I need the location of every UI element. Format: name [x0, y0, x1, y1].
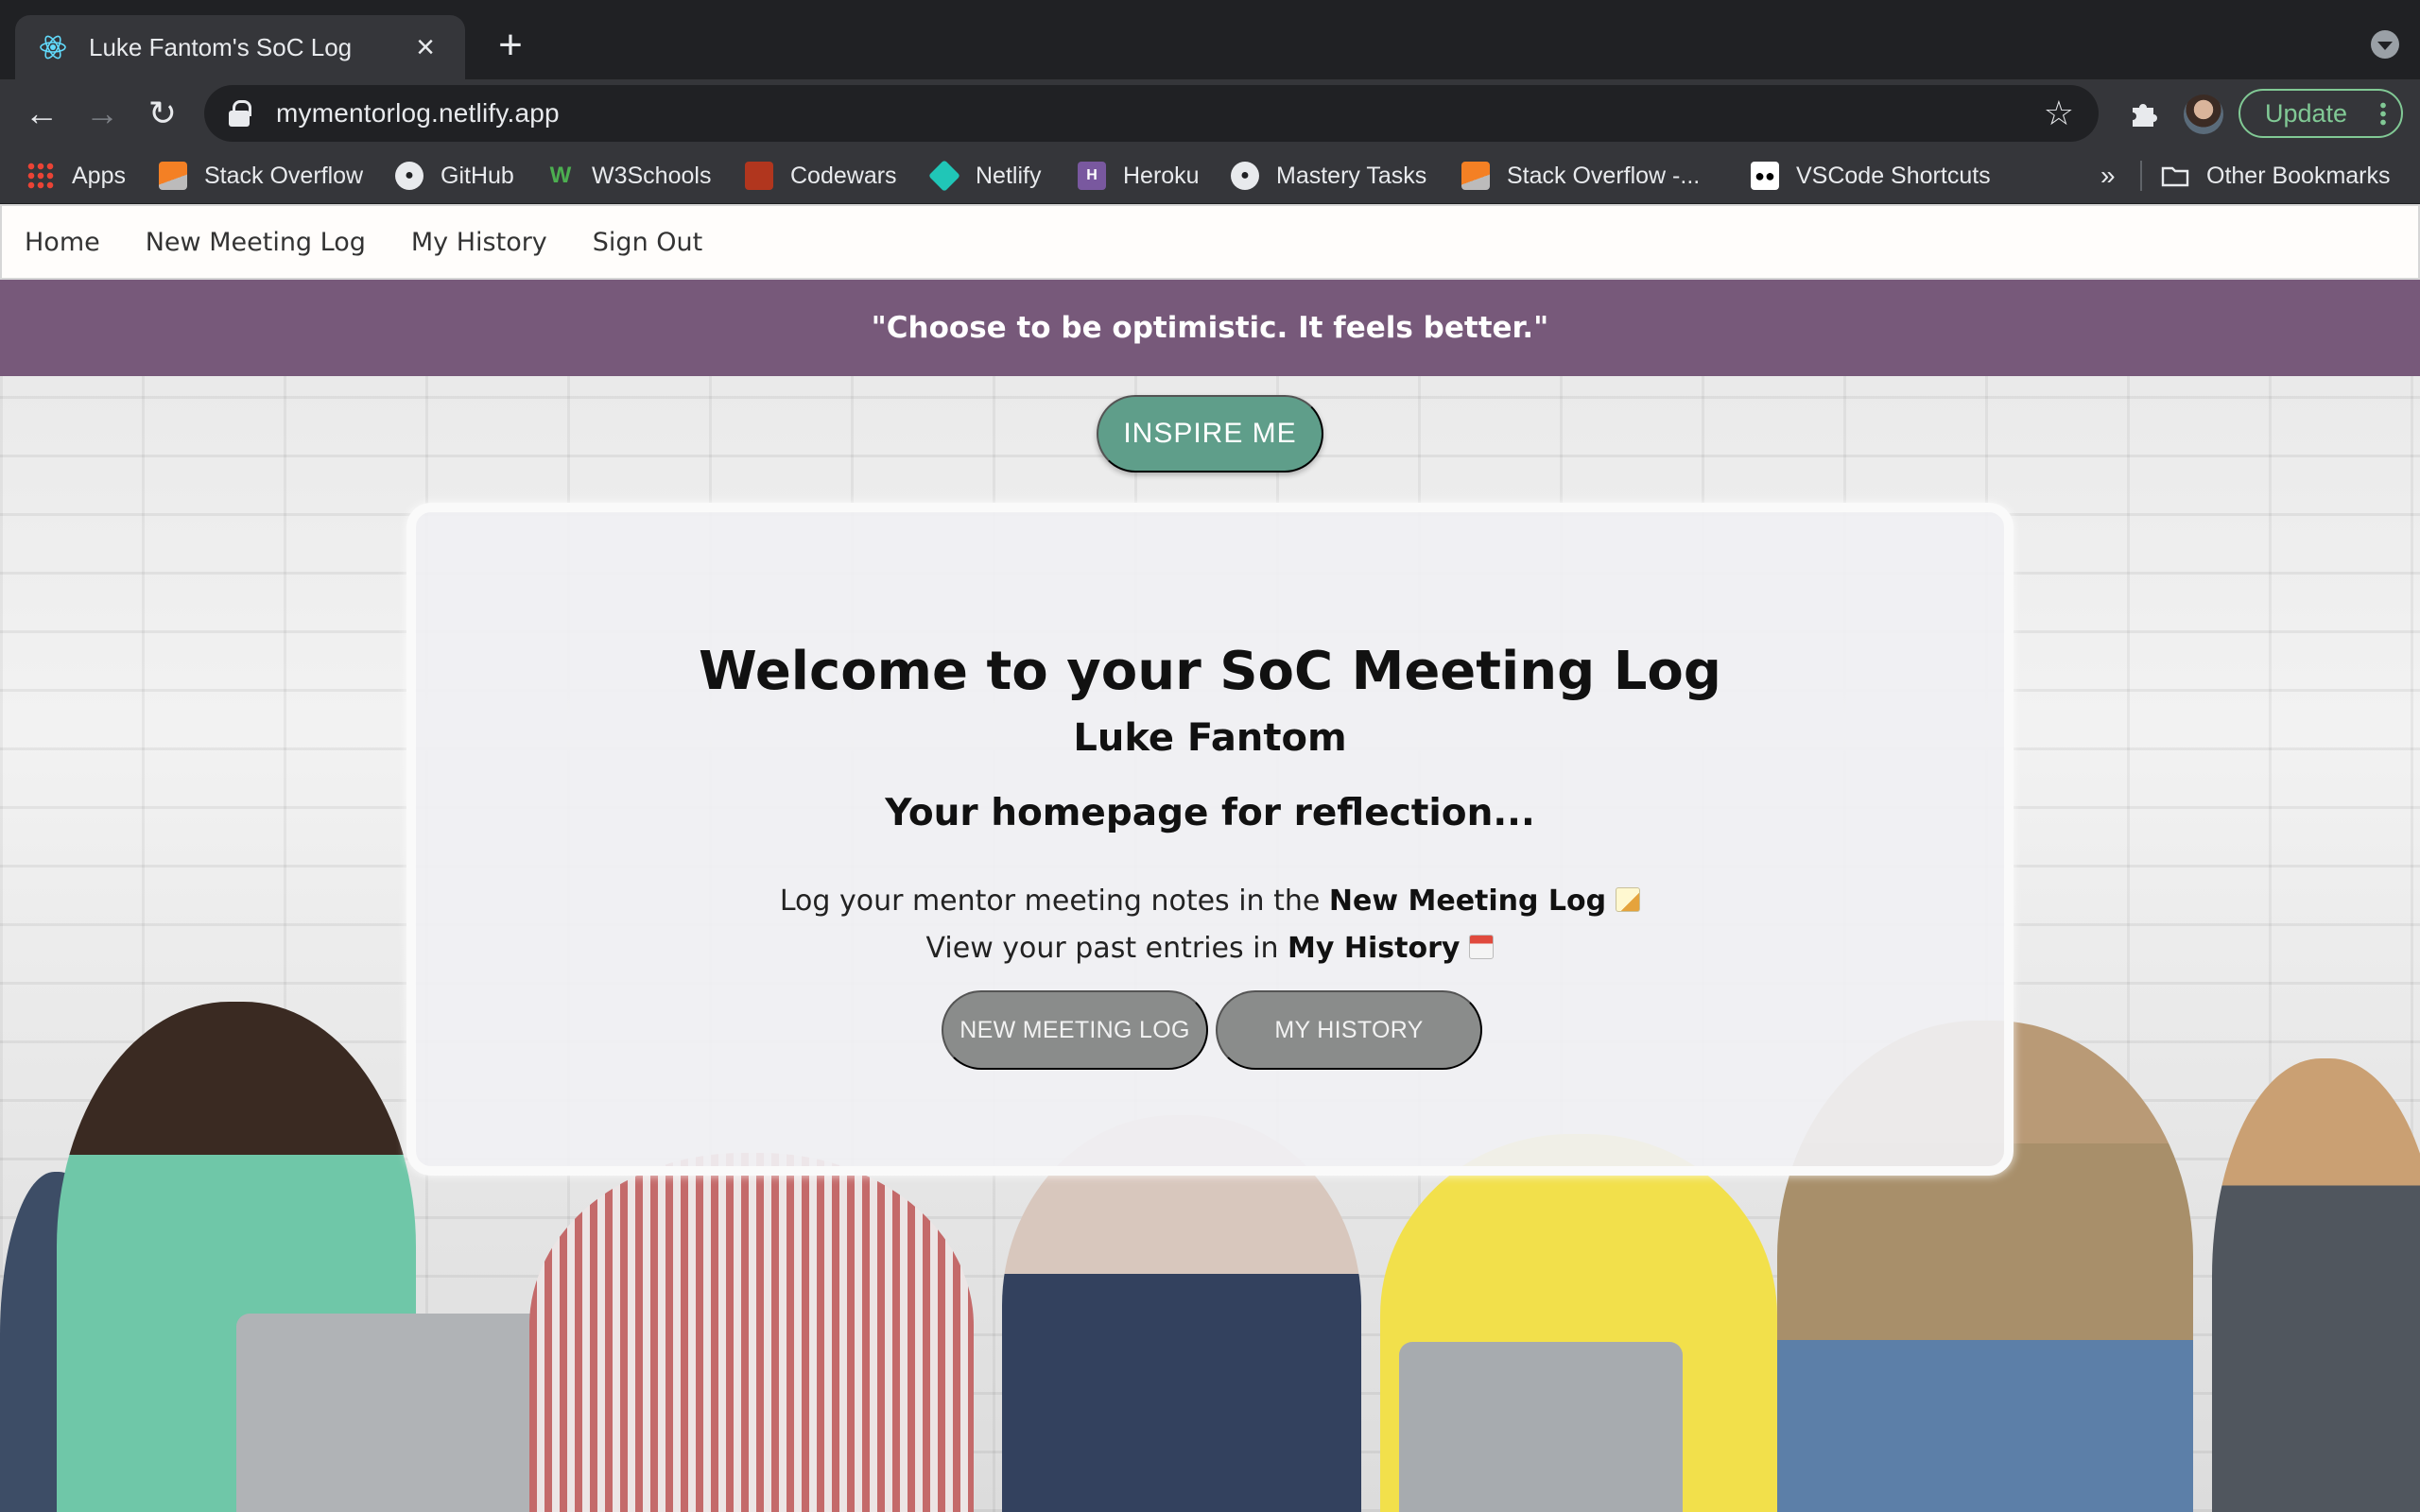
more-menu-icon: [2380, 101, 2386, 126]
new-tab-icon[interactable]: +: [492, 25, 529, 66]
netlify-icon: [928, 160, 960, 192]
tagline: Your homepage for reflection...: [885, 792, 1535, 834]
site-navbar: Home New Meeting Log My History Sign Out: [0, 204, 2420, 280]
browser-toolbar: ← → ↻ mymentorlog.netlify.app ☆ Update: [0, 79, 2420, 147]
extensions-puzzle-icon[interactable]: [2127, 96, 2161, 130]
web-page: Home New Meeting Log My History Sign Out…: [0, 204, 2420, 1512]
welcome-card: Welcome to your SoC Meeting Log Luke Fan…: [406, 503, 2014, 1176]
bookmark-label: Netlify: [976, 162, 1042, 189]
nav-link-sign-out[interactable]: Sign Out: [593, 228, 702, 257]
bookmark-netlify[interactable]: Netlify: [928, 157, 1042, 195]
apps-grid-icon: [26, 162, 55, 190]
url-text[interactable]: mymentorlog.netlify.app: [276, 98, 2044, 129]
stackoverflow-icon: [159, 162, 187, 190]
w3schools-icon: W: [549, 163, 572, 188]
quote-banner: "Choose to be optimistic. It feels bette…: [0, 280, 2420, 376]
back-icon[interactable]: ←: [19, 91, 64, 136]
bookmark-apps[interactable]: Apps: [26, 157, 126, 195]
close-tab-icon[interactable]: ×: [408, 30, 442, 64]
update-label: Update: [2265, 98, 2348, 128]
bookmark-label: W3Schools: [592, 162, 712, 189]
bookmark-label: Apps: [72, 162, 126, 189]
instruction-new-log-bold: New Meeting Log: [1328, 885, 1607, 918]
bookmark-w3schools[interactable]: W W3Schools: [546, 157, 712, 195]
bookmark-label: GitHub: [441, 162, 514, 189]
bookmark-heroku[interactable]: H Heroku: [1078, 157, 1200, 195]
heroku-icon: H: [1078, 162, 1106, 190]
instruction-history-bold: My History: [1288, 932, 1461, 965]
bookmark-mastery-tasks[interactable]: ● Mastery Tasks: [1231, 157, 1426, 195]
github-icon: ●: [1231, 162, 1259, 190]
forward-icon[interactable]: →: [79, 91, 125, 136]
user-name: Luke Fantom: [1073, 716, 1347, 760]
instruction-new-log-text: Log your mentor meeting notes in the: [779, 885, 1329, 918]
welcome-title: Welcome to your SoC Meeting Log: [699, 641, 1721, 702]
bookmark-stack-overflow-2[interactable]: Stack Overflow -...: [1461, 157, 1700, 195]
instruction-history-text: View your past entries in: [925, 932, 1288, 965]
other-bookmarks[interactable]: Other Bookmarks: [2161, 157, 2391, 195]
react-icon: [40, 35, 66, 60]
instruction-history: View your past entries in My History: [416, 932, 2004, 965]
address-bar[interactable]: mymentorlog.netlify.app ☆: [204, 85, 2099, 142]
tab-search-icon[interactable]: [2371, 30, 2399, 59]
profile-avatar[interactable]: [2184, 94, 2223, 134]
tab-title: Luke Fantom's SoC Log: [89, 32, 353, 61]
bookmarks-bar: Apps Stack Overflow ● GitHub W W3Schools…: [0, 147, 2420, 204]
stackoverflow-icon: [1461, 162, 1490, 190]
memo-icon: [1616, 887, 1641, 912]
medium-icon: ●●: [1751, 162, 1779, 190]
codewars-icon: [745, 162, 773, 190]
update-button[interactable]: Update: [2238, 89, 2403, 138]
tab-strip: Luke Fantom's SoC Log × +: [0, 0, 2420, 79]
nav-link-new-meeting-log[interactable]: New Meeting Log: [146, 228, 366, 257]
my-history-button[interactable]: MY HISTORY: [1216, 990, 1482, 1070]
quote-text: "Choose to be optimistic. It feels bette…: [871, 311, 1549, 345]
bookmark-label: Mastery Tasks: [1276, 162, 1427, 189]
reload-icon[interactable]: ↻: [140, 91, 185, 136]
bookmark-vscode-shortcuts[interactable]: ●● VSCode Shortcuts: [1751, 157, 1991, 195]
github-icon: ●: [395, 162, 424, 190]
folder-icon: [2161, 166, 2189, 187]
new-meeting-log-button[interactable]: NEW MEETING LOG: [942, 990, 1208, 1070]
bookmark-label: Stack Overflow -...: [1507, 162, 1701, 189]
bookmark-label: VSCode Shortcuts: [1796, 162, 1991, 189]
calendar-icon: [1469, 935, 1495, 959]
bookmark-star-icon[interactable]: ☆: [2044, 94, 2074, 133]
browser-tab[interactable]: Luke Fantom's SoC Log ×: [15, 15, 465, 79]
bookmarks-divider: [2140, 161, 2142, 191]
bookmark-label: Heroku: [1123, 162, 1200, 189]
bookmark-label: Codewars: [790, 162, 897, 189]
bookmark-codewars[interactable]: Codewars: [745, 157, 897, 195]
bookmark-stack-overflow[interactable]: Stack Overflow: [159, 157, 363, 195]
lock-icon: [229, 100, 251, 127]
inspire-me-button[interactable]: INSPIRE ME: [1097, 395, 1323, 472]
instruction-new-log: Log your mentor meeting notes in the New…: [416, 885, 2004, 918]
other-bookmarks-label: Other Bookmarks: [2206, 162, 2391, 189]
bookmark-label: Stack Overflow: [204, 162, 364, 189]
nav-link-my-history[interactable]: My History: [411, 228, 547, 257]
nav-link-home[interactable]: Home: [25, 228, 100, 257]
bookmark-github[interactable]: ● GitHub: [395, 157, 514, 195]
bookmarks-overflow-icon[interactable]: »: [2100, 161, 2116, 191]
